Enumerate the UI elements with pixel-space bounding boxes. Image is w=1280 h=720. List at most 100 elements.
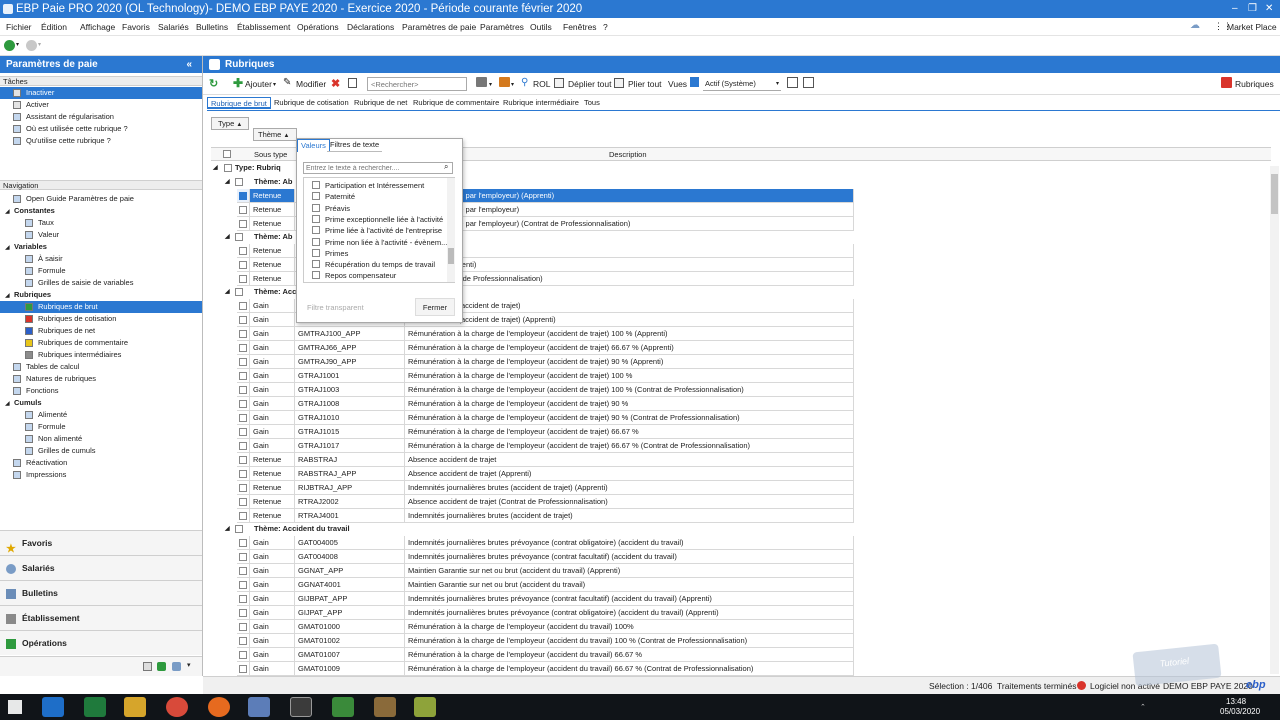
export-icon[interactable] — [499, 77, 510, 87]
bottom-nav-favoris[interactable]: ★ Favoris — [0, 530, 202, 555]
row-checkbox[interactable] — [239, 567, 247, 575]
search-input[interactable] — [367, 77, 467, 91]
filter-value-item[interactable]: Prime non liée à l'activité - évènem... — [312, 237, 447, 248]
filter-value-checkbox[interactable] — [312, 214, 320, 223]
config-icon[interactable] — [172, 662, 181, 671]
nav-item-0[interactable]: Open Guide Paramètres de paie — [0, 193, 202, 205]
clock-time[interactable]: 13:48 — [1226, 697, 1246, 706]
row-checkbox[interactable] — [239, 553, 247, 561]
cloud-icon[interactable]: ☁ — [1190, 20, 1200, 31]
nav-item-16[interactable]: Fonctions — [0, 385, 202, 397]
menu-parametres[interactable]: Paramètres — [480, 22, 524, 32]
task-ou-est-utilisee[interactable]: Où est utilisée cette rubrique ? — [0, 123, 202, 135]
theme-group-row[interactable]: ◢ Thème: Ab — [211, 176, 292, 188]
back-dropdown-icon[interactable]: ▾ — [16, 41, 19, 48]
row-checkbox[interactable] — [239, 456, 247, 464]
row-select-cell[interactable] — [237, 327, 250, 341]
filter-value-item[interactable]: Prime liée à l'activité de l'entreprise — [312, 225, 442, 236]
menu-help[interactable]: ? — [603, 22, 608, 32]
menu-fenetres[interactable]: Fenêtres — [563, 22, 597, 32]
nav-item-20[interactable]: Non alimenté — [0, 433, 202, 445]
row-select-cell[interactable] — [237, 313, 250, 327]
table-settings-icon[interactable] — [787, 77, 798, 88]
filter-value-item[interactable]: Préavis — [312, 203, 350, 214]
nav-item-22[interactable]: Réactivation — [0, 457, 202, 469]
bottom-nav-operations[interactable]: Opérations — [0, 630, 202, 655]
tab-rubrique-de-net[interactable]: Rubrique de net — [351, 97, 410, 109]
row-checkbox[interactable] — [239, 261, 247, 269]
file-explorer-icon[interactable] — [124, 697, 146, 717]
nav-item-21[interactable]: Grilles de cumuls — [0, 445, 202, 457]
nav-item-19[interactable]: Formule — [0, 421, 202, 433]
popup-tab-values[interactable]: Valeurs — [297, 139, 330, 152]
add-button[interactable]: Ajouter — [245, 79, 272, 89]
col-sous-type[interactable]: Sous type — [254, 150, 287, 159]
forward-dropdown-icon[interactable]: ▾ — [38, 41, 41, 48]
row-select-cell[interactable] — [237, 244, 250, 258]
row-select-cell[interactable] — [237, 509, 250, 523]
chevron-down-icon[interactable]: ◢ — [225, 286, 230, 298]
nav-item-11[interactable]: Rubriques de net — [0, 325, 202, 337]
row-checkbox[interactable] — [239, 414, 247, 422]
row-checkbox[interactable] — [239, 220, 247, 228]
col-description[interactable]: Description — [609, 150, 647, 159]
chevron-down-icon[interactable]: ◢ — [213, 162, 218, 174]
row-checkbox[interactable] — [239, 372, 247, 380]
filter-value-checkbox[interactable] — [312, 260, 320, 269]
app-icon-4[interactable] — [414, 697, 436, 717]
scrollbar-thumb[interactable] — [1271, 174, 1278, 214]
list-view-icon[interactable] — [143, 662, 152, 671]
row-select-cell[interactable] — [237, 439, 250, 453]
row-checkbox[interactable] — [239, 651, 247, 659]
row-select-cell[interactable] — [237, 272, 250, 286]
row-checkbox[interactable] — [239, 192, 247, 200]
clock-date[interactable]: 05/03/2020 — [1220, 707, 1260, 716]
row-select-cell[interactable] — [237, 620, 250, 634]
tray-chevron-icon[interactable]: ⌃ — [1140, 703, 1146, 711]
group-checkbox[interactable] — [235, 525, 243, 533]
nav-item-9[interactable]: Rubriques de brut — [0, 301, 202, 313]
refresh-list-icon[interactable]: ↻ — [209, 77, 218, 90]
theme-group-row[interactable]: ◢ Thème: Acc — [211, 286, 296, 298]
row-checkbox[interactable] — [239, 206, 247, 214]
row-select-cell[interactable] — [237, 606, 250, 620]
row-checkbox[interactable] — [239, 247, 247, 255]
row-select-cell[interactable] — [237, 564, 250, 578]
print-dropdown-icon[interactable]: ▾ — [489, 81, 492, 88]
close-popup-button[interactable]: Fermer — [415, 298, 455, 316]
menu-affichage[interactable]: Affichage — [80, 22, 115, 32]
filter-value-item[interactable]: Récupération du temps de travail — [312, 259, 435, 270]
menu-fichier[interactable]: Fichier — [6, 22, 32, 32]
filter-value-item[interactable]: Paternité — [312, 191, 355, 202]
menu-etablissement[interactable]: Établissement — [237, 22, 290, 32]
collapse-panel-icon[interactable]: « — [186, 56, 192, 73]
menu-parametres-de-paie[interactable]: Paramètres de paie — [402, 22, 476, 32]
row-checkbox[interactable] — [239, 623, 247, 631]
row-checkbox[interactable] — [239, 330, 247, 338]
task-activer[interactable]: Activer — [0, 99, 202, 111]
filter-value-item[interactable]: Prime exceptionnelle liée à l'activité — [312, 214, 443, 225]
row-checkbox[interactable] — [239, 386, 247, 394]
row-checkbox[interactable] — [239, 400, 247, 408]
menu-edition[interactable]: Édition — [41, 22, 67, 32]
row-select-cell[interactable] — [237, 592, 250, 606]
menu-outils[interactable]: Outils — [530, 22, 552, 32]
row-checkbox[interactable] — [239, 498, 247, 506]
row-select-cell[interactable] — [237, 299, 250, 313]
expand-all-button[interactable]: Déplier tout — [568, 79, 611, 89]
row-select-cell[interactable] — [237, 203, 250, 217]
filter-value-item[interactable]: Participation et Intéressement — [312, 180, 424, 191]
filter-value-item[interactable]: Primes — [312, 248, 348, 259]
popup-scrollbar[interactable] — [447, 178, 455, 282]
market-place-link[interactable]: Market Place — [1227, 22, 1277, 32]
row-checkbox[interactable] — [239, 512, 247, 520]
row-checkbox[interactable] — [239, 595, 247, 603]
menu-declarations[interactable]: Déclarations — [347, 22, 394, 32]
filter-value-item[interactable]: Repos compensateur — [312, 270, 396, 281]
row-checkbox[interactable] — [239, 302, 247, 310]
modify-button[interactable]: Modifier — [296, 79, 326, 89]
close-window-button[interactable]: ✕ — [1265, 0, 1273, 18]
delete-icon[interactable]: ✖ — [331, 77, 340, 90]
view-select[interactable]: Actif (Système) ▾ — [703, 77, 781, 91]
duplicate-icon[interactable] — [348, 78, 357, 88]
